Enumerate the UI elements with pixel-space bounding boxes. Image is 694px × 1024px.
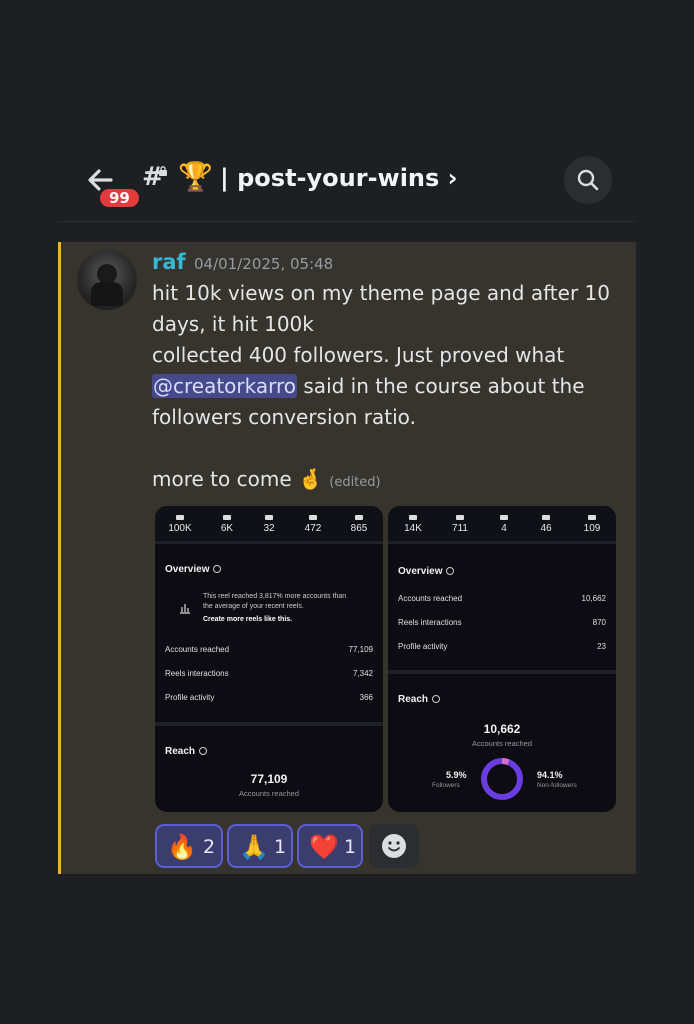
reaction-heart[interactable]: ❤️ 1 xyxy=(297,824,363,868)
reach-value: 77,109 xyxy=(250,772,288,786)
note-cta[interactable]: Create more reels like this. xyxy=(203,615,353,625)
message-content: hit 10k views on my theme page and after… xyxy=(152,278,622,498)
avatar[interactable] xyxy=(77,250,137,310)
overview-title: Overview xyxy=(165,564,222,575)
message-line: hit 10k views on my theme page and after… xyxy=(152,281,610,336)
reel-note: This reel reached 3,817% more accounts t… xyxy=(203,592,353,625)
heart-icon: ❤️ xyxy=(309,833,339,861)
followers-donut xyxy=(481,758,523,800)
reaction-count: 1 xyxy=(344,836,357,858)
info-icon xyxy=(446,567,455,575)
stats-row: 100K 6K 32 472 865 xyxy=(155,506,383,544)
stat-row: Profile activity 366 xyxy=(165,693,373,702)
attachment-image-right[interactable]: 14K 711 4 46 109 Overview Accounts reach… xyxy=(388,506,616,812)
reach-title: Reach xyxy=(398,694,441,705)
stat-row: Accounts reached 10,662 xyxy=(398,594,606,603)
stat-row: Reels interactions 7,342 xyxy=(165,669,373,678)
smiley-icon xyxy=(382,834,406,858)
message[interactable]: raf 04/01/2025, 05:48 hit 10k views on m… xyxy=(58,242,636,874)
attachment-image-left[interactable]: 100K 6K 32 472 865 Overview This reel re… xyxy=(155,506,383,812)
reach-label: Accounts reached xyxy=(471,739,533,748)
unread-badge: 99 xyxy=(97,186,142,210)
nonfollowers-pct: 94.1% xyxy=(537,770,563,780)
info-icon xyxy=(199,747,208,755)
reaction-count: 1 xyxy=(274,836,287,858)
info-icon xyxy=(432,695,441,703)
info-icon xyxy=(213,565,222,573)
followers-pct: 5.9% xyxy=(446,770,467,780)
channel-name[interactable]: | post-your-wins › xyxy=(220,164,458,192)
trophy-icon: 🏆 xyxy=(178,160,213,193)
fire-icon: 🔥 xyxy=(167,833,197,861)
search-button[interactable] xyxy=(564,156,612,204)
reach-title: Reach xyxy=(165,746,208,757)
reach-label: Accounts reached xyxy=(238,789,300,798)
reaction-count: 2 xyxy=(203,836,216,858)
message-line: more to come 🤞 (edited) xyxy=(152,467,381,491)
username[interactable]: raf xyxy=(152,250,186,274)
reel-chart-icon xyxy=(180,604,190,614)
nonfollowers-label: Non-followers xyxy=(537,782,577,789)
message-line: collected 400 followers. Just proved wha… xyxy=(152,343,585,429)
overview-title: Overview xyxy=(398,566,455,577)
channel-header: 99 # 🏆 | post-your-wins › xyxy=(58,140,636,222)
user-mention[interactable]: @creatorkarro xyxy=(152,374,298,398)
add-reaction-button[interactable] xyxy=(369,824,419,868)
followers-label: Followers xyxy=(432,782,460,789)
timestamp: 04/01/2025, 05:48 xyxy=(194,255,334,273)
edited-label: (edited) xyxy=(329,475,381,490)
stat-row: Reels interactions 870 xyxy=(398,618,606,627)
reaction-pray[interactable]: 🙏 1 xyxy=(227,824,293,868)
reach-value: 10,662 xyxy=(483,722,521,736)
stats-row: 14K 711 4 46 109 xyxy=(388,506,616,544)
search-icon xyxy=(577,169,599,191)
stat-row: Profile activity 23 xyxy=(398,642,606,651)
lock-icon xyxy=(159,166,167,176)
stat-row: Accounts reached 77,109 xyxy=(165,645,373,654)
pray-icon: 🙏 xyxy=(239,833,269,861)
reaction-fire[interactable]: 🔥 2 xyxy=(155,824,223,868)
